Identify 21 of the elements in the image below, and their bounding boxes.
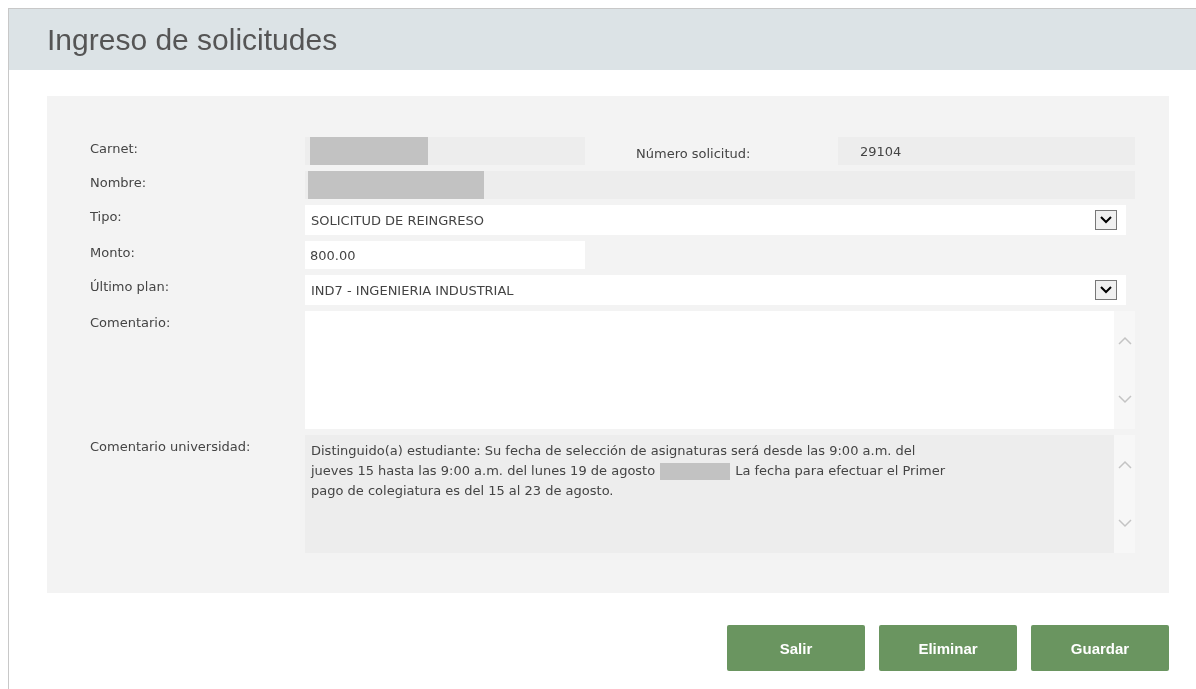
field-label: Comentario universidad: [90, 438, 252, 456]
scroll-up-icon[interactable] [1117, 336, 1132, 345]
scroll-down-icon[interactable] [1117, 395, 1132, 404]
field-label: Tipo: [90, 208, 123, 226]
field-label: Nombre: [90, 174, 148, 192]
page-title: Ingreso de solicitudes [47, 22, 338, 57]
field-label: Último plan: [90, 278, 171, 296]
scroll-up-icon[interactable] [1117, 460, 1132, 469]
amount-field[interactable]: 800.00 [305, 241, 585, 269]
comment-text: La fecha para efectuar el Primer [735, 462, 946, 480]
request-number-field: 29104 [838, 137, 1135, 165]
field-label: Comentario: [90, 314, 172, 332]
scroll-down-icon[interactable] [1117, 519, 1132, 528]
comment-text: Distinguido(a) estudiante: Su fecha de selección de asignaturas será desde las 9:00 a.m. del [311, 442, 916, 460]
comment-text: pago de colegiatura es del 15 al 23 de agosto. [311, 482, 614, 500]
plan-dropdown[interactable]: IND7 - INGENIERIA INDUSTRIAL [305, 275, 1126, 305]
field-label: Monto: [90, 244, 136, 262]
comment-text: jueves 15 hasta las 9:00 a.m. del lunes 19 de agosto [311, 462, 656, 480]
field-label: Carnet: [90, 140, 139, 158]
field-label: Número solicitud: [636, 144, 752, 161]
type-dropdown[interactable]: SOLICITUD DE REINGRESO [305, 205, 1126, 235]
